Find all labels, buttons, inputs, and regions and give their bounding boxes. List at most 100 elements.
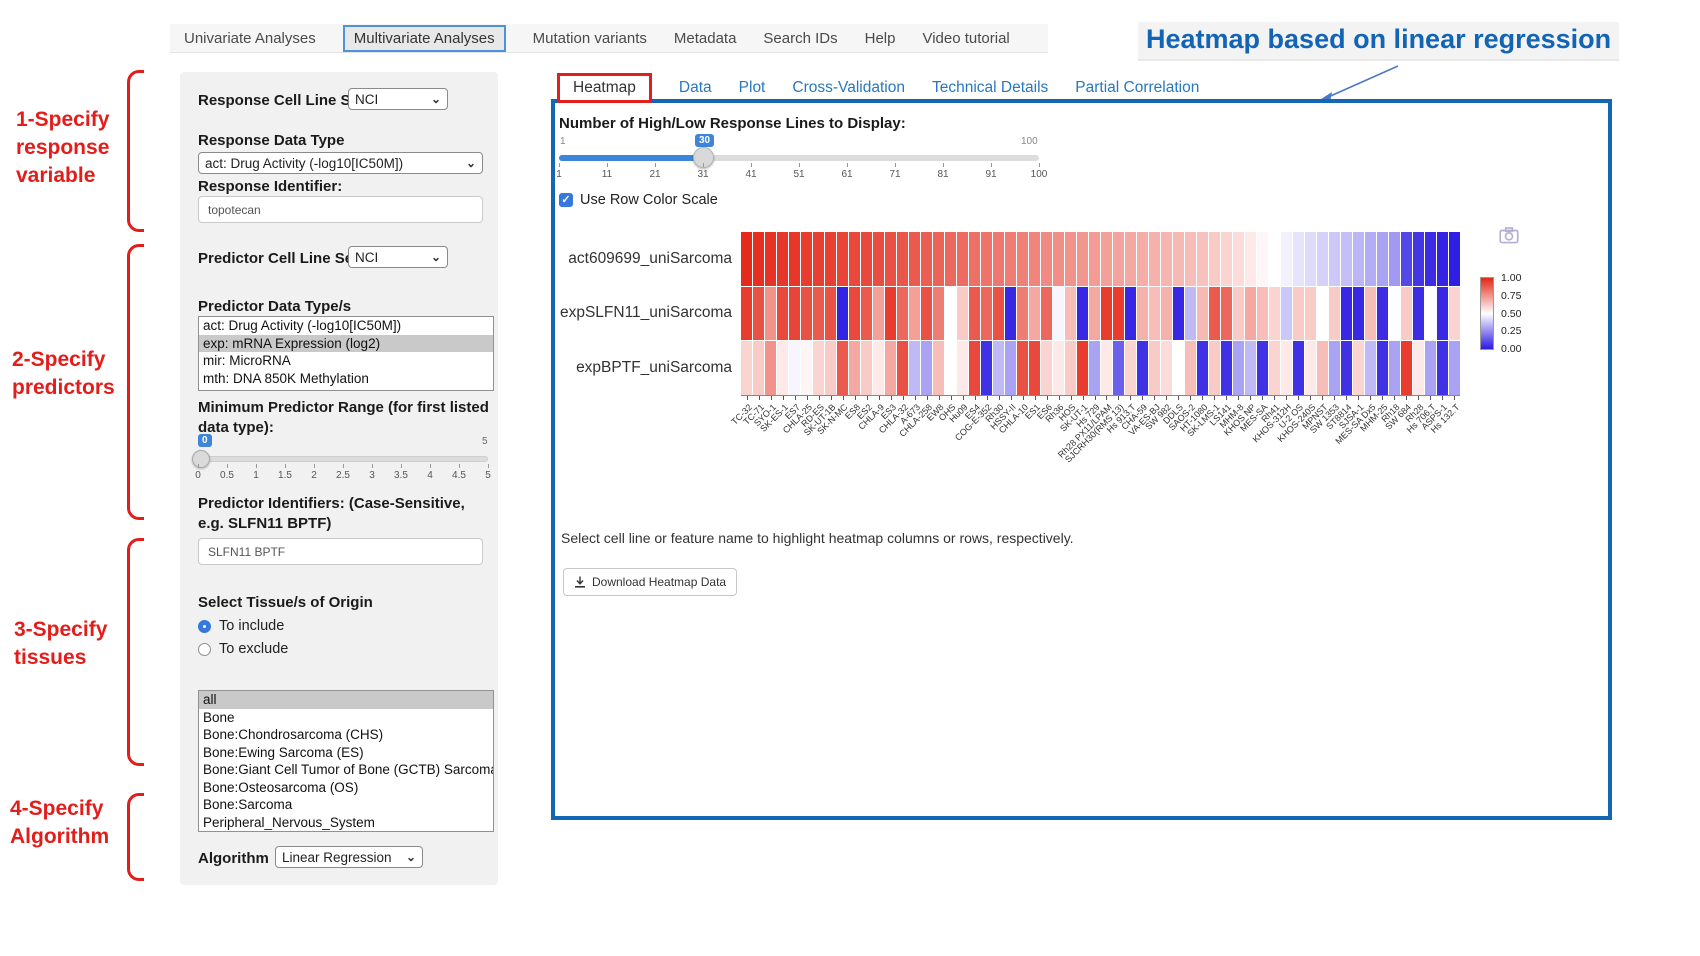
heatmap-column-tick — [891, 396, 892, 400]
heatmap-cell — [1233, 287, 1244, 341]
predictor-type-option-act[interactable]: act: Drug Activity (-log10[IC50M]) — [199, 317, 493, 335]
heatmap-row-label-expslfn11-unisarcoma[interactable]: expSLFN11_uniSarcoma — [555, 286, 737, 340]
response-cell-line-set-value: NCI — [355, 92, 378, 107]
heatmap-column-tick — [867, 396, 868, 400]
heatmap-cell — [1077, 232, 1088, 286]
heatmap-column-tick — [759, 396, 760, 400]
heatmap-cell — [1185, 232, 1196, 286]
predictor-type-option-exp[interactable]: exp: mRNA Expression (log2) — [199, 335, 493, 353]
response-identifier-input[interactable] — [199, 197, 482, 222]
tab-plot[interactable]: Plot — [739, 79, 766, 97]
slider-tick-mark — [198, 464, 199, 468]
heatmap-column-tick — [1334, 396, 1335, 400]
heatmap-cell — [1365, 287, 1376, 341]
slider-tick-mark — [943, 163, 944, 167]
nav-tab-search-ids[interactable]: Search IDs — [763, 30, 837, 47]
slider-tick-mark — [343, 464, 344, 468]
nav-tab-mutation-variants[interactable]: Mutation variants — [533, 30, 647, 47]
predictor-identifiers-input[interactable] — [199, 539, 482, 564]
annotation-step-2: 2-Specifypredictors — [12, 346, 115, 402]
row-color-scale-checkbox[interactable]: ✓ — [559, 193, 573, 207]
heatmap-cell — [1209, 287, 1220, 341]
nav-tab-metadata[interactable]: Metadata — [674, 30, 737, 47]
heatmap-cell — [837, 287, 848, 341]
heatmap-cell — [777, 232, 788, 286]
heatmap-cell — [1125, 287, 1136, 341]
tissue-exclude-radio[interactable] — [198, 643, 211, 656]
tissue-option-peripheral-nervous-system[interactable]: Peripheral_Nervous_System — [199, 814, 493, 832]
heatmap-cell — [1161, 287, 1172, 341]
response-cell-line-set-select[interactable]: NCI ⌄ — [348, 88, 448, 110]
heatmap-column-tick — [843, 396, 844, 400]
tissue-option-bone-osteosarcoma-os[interactable]: Bone:Osteosarcoma (OS) — [199, 779, 493, 797]
algorithm-label: Algorithm — [198, 850, 269, 867]
nav-tab-help[interactable]: Help — [865, 30, 896, 47]
nav-tab-univariate-analyses[interactable]: Univariate Analyses — [184, 30, 316, 47]
nav-tab-video-tutorial[interactable]: Video tutorial — [922, 30, 1009, 47]
heatmap-x-ticks — [741, 396, 1460, 400]
tissue-option-bone-sarcoma[interactable]: Bone:Sarcoma — [199, 796, 493, 814]
heatmap-cell — [1245, 341, 1256, 395]
heatmap-column-tick — [1274, 396, 1275, 400]
response-data-type-select[interactable]: act: Drug Activity (-log10[IC50M]) ⌄ — [198, 152, 483, 174]
heatmap-cell — [1413, 287, 1424, 341]
response-lines-slider-track[interactable] — [559, 155, 1039, 161]
tab-technical-details[interactable]: Technical Details — [932, 79, 1048, 97]
result-tabs: Heatmap Data Plot Cross-Validation Technical… — [557, 74, 1199, 101]
heatmap-cell — [753, 341, 764, 395]
heatmap-cell — [1089, 341, 1100, 395]
predictor-type-option-mth[interactable]: mth: DNA 850K Methylation — [199, 370, 493, 388]
predictor-type-option-mir[interactable]: mir: MicroRNA — [199, 352, 493, 370]
heatmap-cell — [1305, 232, 1316, 286]
heatmap-column-tick — [1023, 396, 1024, 400]
nav-tab-multivariate-analyses[interactable]: Multivariate Analyses — [343, 25, 506, 52]
heatmap-row-label-expbptf-unisarcoma[interactable]: expBPTF_uniSarcoma — [555, 341, 737, 395]
min-predictor-range-ticks: 00.511.522.533.544.55 — [198, 464, 488, 484]
download-button-label: Download Heatmap Data — [592, 575, 726, 589]
slider-tick-mark — [607, 163, 608, 167]
predictor-cell-line-set-select[interactable]: NCI ⌄ — [348, 246, 448, 268]
tissue-option-bone-giant-cell-tumor-of-bone-gctb-sarcoma[interactable]: Bone:Giant Cell Tumor of Bone (GCTB) Sar… — [199, 761, 493, 779]
slider-tick-mark — [314, 464, 315, 468]
heatmap-cell — [1125, 232, 1136, 286]
download-heatmap-data-button[interactable]: Download Heatmap Data — [563, 568, 737, 596]
heatmap-cell — [1113, 341, 1124, 395]
camera-icon[interactable] — [1499, 227, 1519, 244]
algorithm-select[interactable]: Linear Regression ⌄ — [275, 846, 423, 868]
tissue-option-all[interactable]: all — [199, 691, 493, 709]
heatmap-row-label-act609699-unisarcoma[interactable]: act609699_uniSarcoma — [555, 232, 737, 286]
colorbar-tick-label: 0.00 — [1501, 343, 1521, 355]
slider-tick-mark — [488, 464, 489, 468]
heatmap-cell — [885, 341, 896, 395]
tab-heatmap[interactable]: Heatmap — [557, 73, 652, 103]
heatmap-cell — [873, 232, 884, 286]
algorithm-value: Linear Regression — [282, 850, 392, 865]
heatmap-cell — [993, 232, 1004, 286]
tab-partial-correlation[interactable]: Partial Correlation — [1075, 79, 1199, 97]
tissue-exclude-label: To exclude — [219, 641, 288, 657]
heatmap-cell — [1353, 232, 1364, 286]
heatmap-cell — [993, 287, 1004, 341]
heatmap-column-tick — [1214, 396, 1215, 400]
slider-tick-label: 5 — [485, 470, 491, 481]
heatmap-cell — [1017, 341, 1028, 395]
tab-cross-validation[interactable]: Cross-Validation — [792, 79, 905, 97]
heatmap-cell — [1317, 287, 1328, 341]
heatmap-cell — [1101, 341, 1112, 395]
heatmap-cell — [1161, 232, 1172, 286]
annotation-bracket-1 — [127, 70, 144, 232]
min-predictor-range-slider-track[interactable] — [198, 456, 488, 462]
heatmap-cell — [801, 287, 812, 341]
heatmap-cell — [1317, 341, 1328, 395]
heatmap-column-tick — [963, 396, 964, 400]
tissue-option-bone-chondrosarcoma-chs[interactable]: Bone:Chondrosarcoma (CHS) — [199, 726, 493, 744]
heatmap-cell — [1017, 232, 1028, 286]
heatmap-column-tick — [1202, 396, 1203, 400]
heatmap-cell — [1257, 232, 1268, 286]
tissue-option-bone[interactable]: Bone — [199, 709, 493, 727]
tissue-option-bone-ewing-sarcoma-es[interactable]: Bone:Ewing Sarcoma (ES) — [199, 744, 493, 762]
tab-data[interactable]: Data — [679, 79, 712, 97]
heatmap-column-tick — [807, 396, 808, 400]
tissue-include-radio[interactable] — [198, 620, 211, 633]
heatmap-cell — [921, 341, 932, 395]
